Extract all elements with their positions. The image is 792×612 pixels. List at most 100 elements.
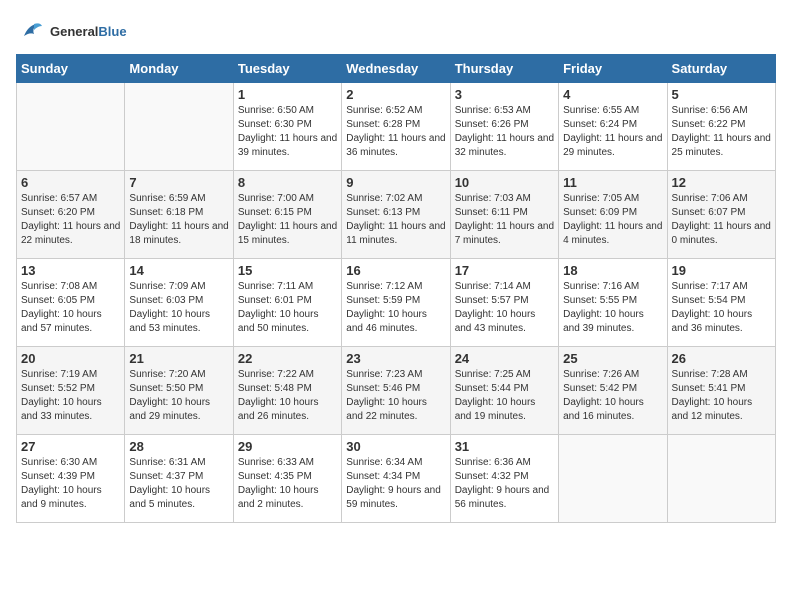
- calendar-cell: 24Sunrise: 7:25 AM Sunset: 5:44 PM Dayli…: [450, 347, 558, 435]
- day-detail: Sunrise: 6:34 AM Sunset: 4:34 PM Dayligh…: [346, 456, 445, 512]
- calendar-cell: 5Sunrise: 6:56 AM Sunset: 6:22 PM Daylig…: [667, 83, 775, 171]
- day-number: 12: [672, 175, 771, 190]
- day-detail: Sunrise: 7:19 AM Sunset: 5:52 PM Dayligh…: [21, 368, 120, 424]
- day-number: 22: [238, 351, 337, 366]
- day-detail: Sunrise: 7:23 AM Sunset: 5:46 PM Dayligh…: [346, 368, 445, 424]
- day-detail: Sunrise: 6:53 AM Sunset: 6:26 PM Dayligh…: [455, 104, 554, 160]
- day-number: 24: [455, 351, 554, 366]
- calendar-cell: 29Sunrise: 6:33 AM Sunset: 4:35 PM Dayli…: [233, 435, 341, 523]
- calendar-cell: 8 Sunrise: 7:00 AM Sunset: 6:15 PM Daylig…: [233, 171, 341, 259]
- calendar-cell: 9 Sunrise: 7:02 AM Sunset: 6:13 PM Daylig…: [342, 171, 450, 259]
- logo-icon: [16, 16, 46, 46]
- day-detail: Sunrise: 7:09 AM Sunset: 6:03 PM Dayligh…: [129, 280, 228, 336]
- day-number: 6: [21, 175, 120, 190]
- calendar-cell: 22 Sunrise: 7:22 AM Sunset: 5:48 PM Dayli…: [233, 347, 341, 435]
- calendar-cell: 3 Sunrise: 6:53 AM Sunset: 6:26 PM Daylig…: [450, 83, 558, 171]
- calendar-cell: [559, 435, 667, 523]
- calendar-cell: 30Sunrise: 6:34 AM Sunset: 4:34 PM Dayli…: [342, 435, 450, 523]
- day-number: 9: [346, 175, 445, 190]
- day-number: 11: [563, 175, 662, 190]
- day-detail: Sunrise: 7:05 AM Sunset: 6:09 PM Dayligh…: [563, 192, 662, 248]
- day-number: 18: [563, 263, 662, 278]
- day-detail: Sunrise: 7:06 AM Sunset: 6:07 PM Dayligh…: [672, 192, 771, 248]
- day-detail: Sunrise: 6:50 AM Sunset: 6:30 PM Dayligh…: [238, 104, 337, 160]
- calendar-table: SundayMondayTuesdayWednesdayThursdayFrid…: [16, 54, 776, 523]
- day-detail: Sunrise: 6:56 AM Sunset: 6:22 PM Dayligh…: [672, 104, 771, 160]
- logo-text: GeneralBlue: [50, 24, 127, 39]
- day-detail: Sunrise: 7:20 AM Sunset: 5:50 PM Dayligh…: [129, 368, 228, 424]
- day-number: 4: [563, 87, 662, 102]
- day-detail: Sunrise: 7:11 AM Sunset: 6:01 PM Dayligh…: [238, 280, 337, 336]
- calendar-cell: 1Sunrise: 6:50 AM Sunset: 6:30 PM Daylig…: [233, 83, 341, 171]
- calendar-cell: 16 Sunrise: 7:12 AM Sunset: 5:59 PM Dayli…: [342, 259, 450, 347]
- calendar-week-3: 13Sunrise: 7:08 AM Sunset: 6:05 PM Dayli…: [17, 259, 776, 347]
- calendar-cell: 19 Sunrise: 7:17 AM Sunset: 5:54 PM Dayli…: [667, 259, 775, 347]
- calendar-week-5: 27 Sunrise: 6:30 AM Sunset: 4:39 PM Dayli…: [17, 435, 776, 523]
- day-detail: Sunrise: 7:14 AM Sunset: 5:57 PM Dayligh…: [455, 280, 554, 336]
- day-detail: Sunrise: 7:16 AM Sunset: 5:55 PM Dayligh…: [563, 280, 662, 336]
- weekday-header-row: SundayMondayTuesdayWednesdayThursdayFrid…: [17, 55, 776, 83]
- day-detail: Sunrise: 6:30 AM Sunset: 4:39 PM Dayligh…: [21, 456, 120, 512]
- weekday-header-tuesday: Tuesday: [233, 55, 341, 83]
- calendar-cell: 17Sunrise: 7:14 AM Sunset: 5:57 PM Dayli…: [450, 259, 558, 347]
- day-detail: Sunrise: 6:52 AM Sunset: 6:28 PM Dayligh…: [346, 104, 445, 160]
- day-number: 2: [346, 87, 445, 102]
- calendar-cell: 6 Sunrise: 6:57 AM Sunset: 6:20 PM Daylig…: [17, 171, 125, 259]
- day-detail: Sunrise: 6:31 AM Sunset: 4:37 PM Dayligh…: [129, 456, 228, 512]
- day-number: 25: [563, 351, 662, 366]
- calendar-cell: 15 Sunrise: 7:11 AM Sunset: 6:01 PM Dayli…: [233, 259, 341, 347]
- day-detail: Sunrise: 7:17 AM Sunset: 5:54 PM Dayligh…: [672, 280, 771, 336]
- calendar-cell: 12 Sunrise: 7:06 AM Sunset: 6:07 PM Dayli…: [667, 171, 775, 259]
- weekday-header-sunday: Sunday: [17, 55, 125, 83]
- day-detail: Sunrise: 7:12 AM Sunset: 5:59 PM Dayligh…: [346, 280, 445, 336]
- day-number: 15: [238, 263, 337, 278]
- calendar-cell: [125, 83, 233, 171]
- day-number: 13: [21, 263, 120, 278]
- logo: GeneralBlue: [16, 16, 127, 46]
- day-number: 27: [21, 439, 120, 454]
- calendar-cell: 2 Sunrise: 6:52 AM Sunset: 6:28 PM Daylig…: [342, 83, 450, 171]
- weekday-header-friday: Friday: [559, 55, 667, 83]
- calendar-cell: 13Sunrise: 7:08 AM Sunset: 6:05 PM Dayli…: [17, 259, 125, 347]
- calendar-cell: 23 Sunrise: 7:23 AM Sunset: 5:46 PM Dayli…: [342, 347, 450, 435]
- weekday-header-wednesday: Wednesday: [342, 55, 450, 83]
- day-number: 20: [21, 351, 120, 366]
- day-number: 16: [346, 263, 445, 278]
- day-number: 8: [238, 175, 337, 190]
- day-detail: Sunrise: 6:36 AM Sunset: 4:32 PM Dayligh…: [455, 456, 554, 512]
- day-detail: Sunrise: 6:57 AM Sunset: 6:20 PM Dayligh…: [21, 192, 120, 248]
- calendar-cell: 11 Sunrise: 7:05 AM Sunset: 6:09 PM Dayli…: [559, 171, 667, 259]
- calendar-cell: 26 Sunrise: 7:28 AM Sunset: 5:41 PM Dayli…: [667, 347, 775, 435]
- calendar-cell: 25 Sunrise: 7:26 AM Sunset: 5:42 PM Dayli…: [559, 347, 667, 435]
- calendar-cell: [667, 435, 775, 523]
- day-detail: Sunrise: 7:00 AM Sunset: 6:15 PM Dayligh…: [238, 192, 337, 248]
- day-detail: Sunrise: 7:03 AM Sunset: 6:11 PM Dayligh…: [455, 192, 554, 248]
- day-detail: Sunrise: 7:02 AM Sunset: 6:13 PM Dayligh…: [346, 192, 445, 248]
- weekday-header-thursday: Thursday: [450, 55, 558, 83]
- calendar-cell: 10Sunrise: 7:03 AM Sunset: 6:11 PM Dayli…: [450, 171, 558, 259]
- day-number: 14: [129, 263, 228, 278]
- day-detail: Sunrise: 7:28 AM Sunset: 5:41 PM Dayligh…: [672, 368, 771, 424]
- day-number: 7: [129, 175, 228, 190]
- calendar-cell: 31 Sunrise: 6:36 AM Sunset: 4:32 PM Dayli…: [450, 435, 558, 523]
- day-number: 28: [129, 439, 228, 454]
- calendar-cell: 4 Sunrise: 6:55 AM Sunset: 6:24 PM Daylig…: [559, 83, 667, 171]
- calendar-week-4: 20 Sunrise: 7:19 AM Sunset: 5:52 PM Dayli…: [17, 347, 776, 435]
- calendar-week-1: 1Sunrise: 6:50 AM Sunset: 6:30 PM Daylig…: [17, 83, 776, 171]
- day-number: 31: [455, 439, 554, 454]
- calendar-cell: 27 Sunrise: 6:30 AM Sunset: 4:39 PM Dayli…: [17, 435, 125, 523]
- day-detail: Sunrise: 7:26 AM Sunset: 5:42 PM Dayligh…: [563, 368, 662, 424]
- calendar-cell: 20 Sunrise: 7:19 AM Sunset: 5:52 PM Dayli…: [17, 347, 125, 435]
- calendar-week-2: 6 Sunrise: 6:57 AM Sunset: 6:20 PM Daylig…: [17, 171, 776, 259]
- day-detail: Sunrise: 7:22 AM Sunset: 5:48 PM Dayligh…: [238, 368, 337, 424]
- calendar-cell: 28 Sunrise: 6:31 AM Sunset: 4:37 PM Dayli…: [125, 435, 233, 523]
- weekday-header-saturday: Saturday: [667, 55, 775, 83]
- calendar-cell: 21Sunrise: 7:20 AM Sunset: 5:50 PM Dayli…: [125, 347, 233, 435]
- day-number: 3: [455, 87, 554, 102]
- calendar-cell: 18 Sunrise: 7:16 AM Sunset: 5:55 PM Dayli…: [559, 259, 667, 347]
- day-number: 19: [672, 263, 771, 278]
- day-detail: Sunrise: 6:55 AM Sunset: 6:24 PM Dayligh…: [563, 104, 662, 160]
- day-number: 23: [346, 351, 445, 366]
- page-header: GeneralBlue: [16, 16, 776, 46]
- day-number: 26: [672, 351, 771, 366]
